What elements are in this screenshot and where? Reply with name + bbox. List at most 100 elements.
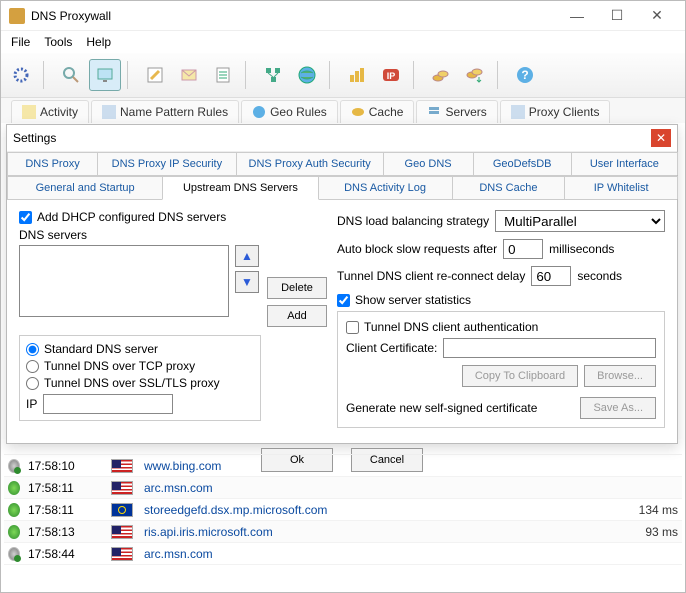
edit-icon[interactable]: [139, 59, 171, 91]
tab-geo-rules[interactable]: Geo Rules: [241, 100, 338, 123]
ip-icon[interactable]: IP: [375, 59, 407, 91]
radio-ssl-label: Tunnel DNS over SSL/TLS proxy: [44, 376, 220, 390]
flag-icon: [104, 481, 140, 495]
tunnel-auth-label: Tunnel DNS client authentication: [364, 320, 538, 334]
log-time: 17:58:10: [24, 459, 104, 473]
cache-tab-icon: [351, 105, 365, 119]
globe-icon[interactable]: [291, 59, 323, 91]
minimize-button[interactable]: —: [557, 2, 597, 30]
help-icon[interactable]: ?: [509, 59, 541, 91]
seconds-label: seconds: [577, 269, 622, 283]
settings-icon[interactable]: [5, 59, 37, 91]
toolbar-separator: [497, 61, 503, 89]
activity-tab-icon: [22, 105, 36, 119]
coins-down-icon[interactable]: [459, 59, 491, 91]
tab-label: Proxy Clients: [529, 105, 600, 119]
status-icon: [4, 481, 24, 495]
tab-label: Cache: [369, 105, 404, 119]
tab-general[interactable]: General and Startup: [7, 176, 163, 199]
tab-upstream[interactable]: Upstream DNS Servers: [162, 176, 318, 200]
status-icon: [4, 459, 24, 473]
tunnel-auth-checkbox[interactable]: [346, 321, 359, 334]
toolbar-separator: [329, 61, 335, 89]
tab-label: Name Pattern Rules: [120, 105, 228, 119]
copy-clipboard-button[interactable]: Copy To Clipboard: [462, 365, 578, 387]
right-column: DNS load balancing strategy MultiParalle…: [337, 210, 665, 428]
flag-icon: [104, 503, 140, 517]
toolbar-separator: [413, 61, 419, 89]
settings-dialog: Settings ✕ DNS Proxy DNS Proxy IP Securi…: [6, 124, 678, 444]
close-button[interactable]: ✕: [637, 2, 677, 30]
arrow-up-icon: ▲: [241, 249, 253, 263]
log-row[interactable]: 17:58:11arc.msn.com: [4, 477, 682, 499]
delete-button[interactable]: Delete: [267, 277, 327, 299]
menu-file[interactable]: File: [11, 35, 30, 49]
search-icon[interactable]: [55, 59, 87, 91]
tab-name-rules[interactable]: Name Pattern Rules: [91, 100, 239, 123]
reconnect-input[interactable]: [531, 266, 571, 286]
radio-standard[interactable]: [26, 343, 39, 356]
add-button[interactable]: Add: [267, 305, 327, 327]
log-host: arc.msn.com: [140, 481, 618, 495]
tab-user-interface[interactable]: User Interface: [571, 152, 678, 175]
log-row[interactable]: 17:58:13ris.api.iris.microsoft.com93 ms: [4, 521, 682, 543]
flag-icon: [104, 459, 140, 473]
dialog-close-button[interactable]: ✕: [651, 129, 671, 147]
show-stats-checkbox[interactable]: [337, 294, 350, 307]
monitor-icon[interactable]: [89, 59, 121, 91]
tab-label: Servers: [445, 105, 486, 119]
dialog-title: Settings: [13, 131, 651, 145]
tab-proxy-clients[interactable]: Proxy Clients: [500, 100, 611, 123]
auto-block-input[interactable]: [503, 239, 543, 259]
tab-geo-defs[interactable]: GeoDefsDB: [473, 152, 572, 175]
log-time: 17:58:13: [24, 525, 104, 539]
tab-ip-security[interactable]: DNS Proxy IP Security: [97, 152, 237, 175]
toolbar: IP ?: [1, 53, 685, 98]
menu-tools[interactable]: Tools: [44, 35, 72, 49]
toolbar-separator: [127, 61, 133, 89]
svg-text:?: ?: [521, 68, 528, 82]
flag-icon: [104, 525, 140, 539]
mail-icon[interactable]: [173, 59, 205, 91]
tab-dns-proxy[interactable]: DNS Proxy: [7, 152, 98, 175]
tab-ip-whitelist[interactable]: IP Whitelist: [564, 176, 678, 199]
tab-servers[interactable]: Servers: [416, 100, 497, 123]
ip-input[interactable]: [43, 394, 173, 414]
client-cert-input[interactable]: [443, 338, 656, 358]
tab-dns-cache[interactable]: DNS Cache: [452, 176, 566, 199]
save-as-button[interactable]: Save As...: [580, 397, 656, 419]
log-row[interactable]: 17:58:44arc.msn.com: [4, 543, 682, 565]
move-down-button[interactable]: ▼: [235, 271, 259, 293]
add-dhcp-label: Add DHCP configured DNS servers: [37, 210, 226, 224]
dns-servers-listbox[interactable]: [19, 245, 229, 317]
tab-cache[interactable]: Cache: [340, 100, 415, 123]
load-balancing-select[interactable]: MultiParallel: [495, 210, 665, 232]
proxy-clients-tab-icon: [511, 105, 525, 119]
log-latency: 134 ms: [618, 503, 682, 517]
auto-block-label: Auto block slow requests after: [337, 242, 497, 256]
tab-activity[interactable]: Activity: [11, 100, 89, 123]
radio-ssl[interactable]: [26, 377, 39, 390]
network-icon[interactable]: [257, 59, 289, 91]
ip-label: IP: [26, 397, 37, 411]
menu-help[interactable]: Help: [86, 35, 111, 49]
tab-auth-security[interactable]: DNS Proxy Auth Security: [236, 152, 384, 175]
show-stats-label: Show server statistics: [355, 293, 471, 307]
server-type-group: Standard DNS server Tunnel DNS over TCP …: [19, 335, 261, 421]
move-up-button[interactable]: ▲: [235, 245, 259, 267]
geo-rules-tab-icon: [252, 105, 266, 119]
tab-activity-log[interactable]: DNS Activity Log: [318, 176, 453, 199]
coins-icon[interactable]: [425, 59, 457, 91]
log-row[interactable]: 17:58:10www.bing.com: [4, 455, 682, 477]
stats-icon[interactable]: [341, 59, 373, 91]
toolbar-separator: [245, 61, 251, 89]
browse-button[interactable]: Browse...: [584, 365, 656, 387]
radio-tcp[interactable]: [26, 360, 39, 373]
log-latency: 93 ms: [618, 525, 682, 539]
maximize-button[interactable]: ☐: [597, 2, 637, 30]
add-dhcp-checkbox[interactable]: [19, 211, 32, 224]
tab-geo-dns[interactable]: Geo DNS: [383, 152, 474, 175]
log-row[interactable]: 17:58:11storeedgefd.dsx.mp.microsoft.com…: [4, 499, 682, 521]
log-icon[interactable]: [207, 59, 239, 91]
activity-log: 17:58:10www.bing.com17:58:11arc.msn.com1…: [4, 454, 682, 589]
